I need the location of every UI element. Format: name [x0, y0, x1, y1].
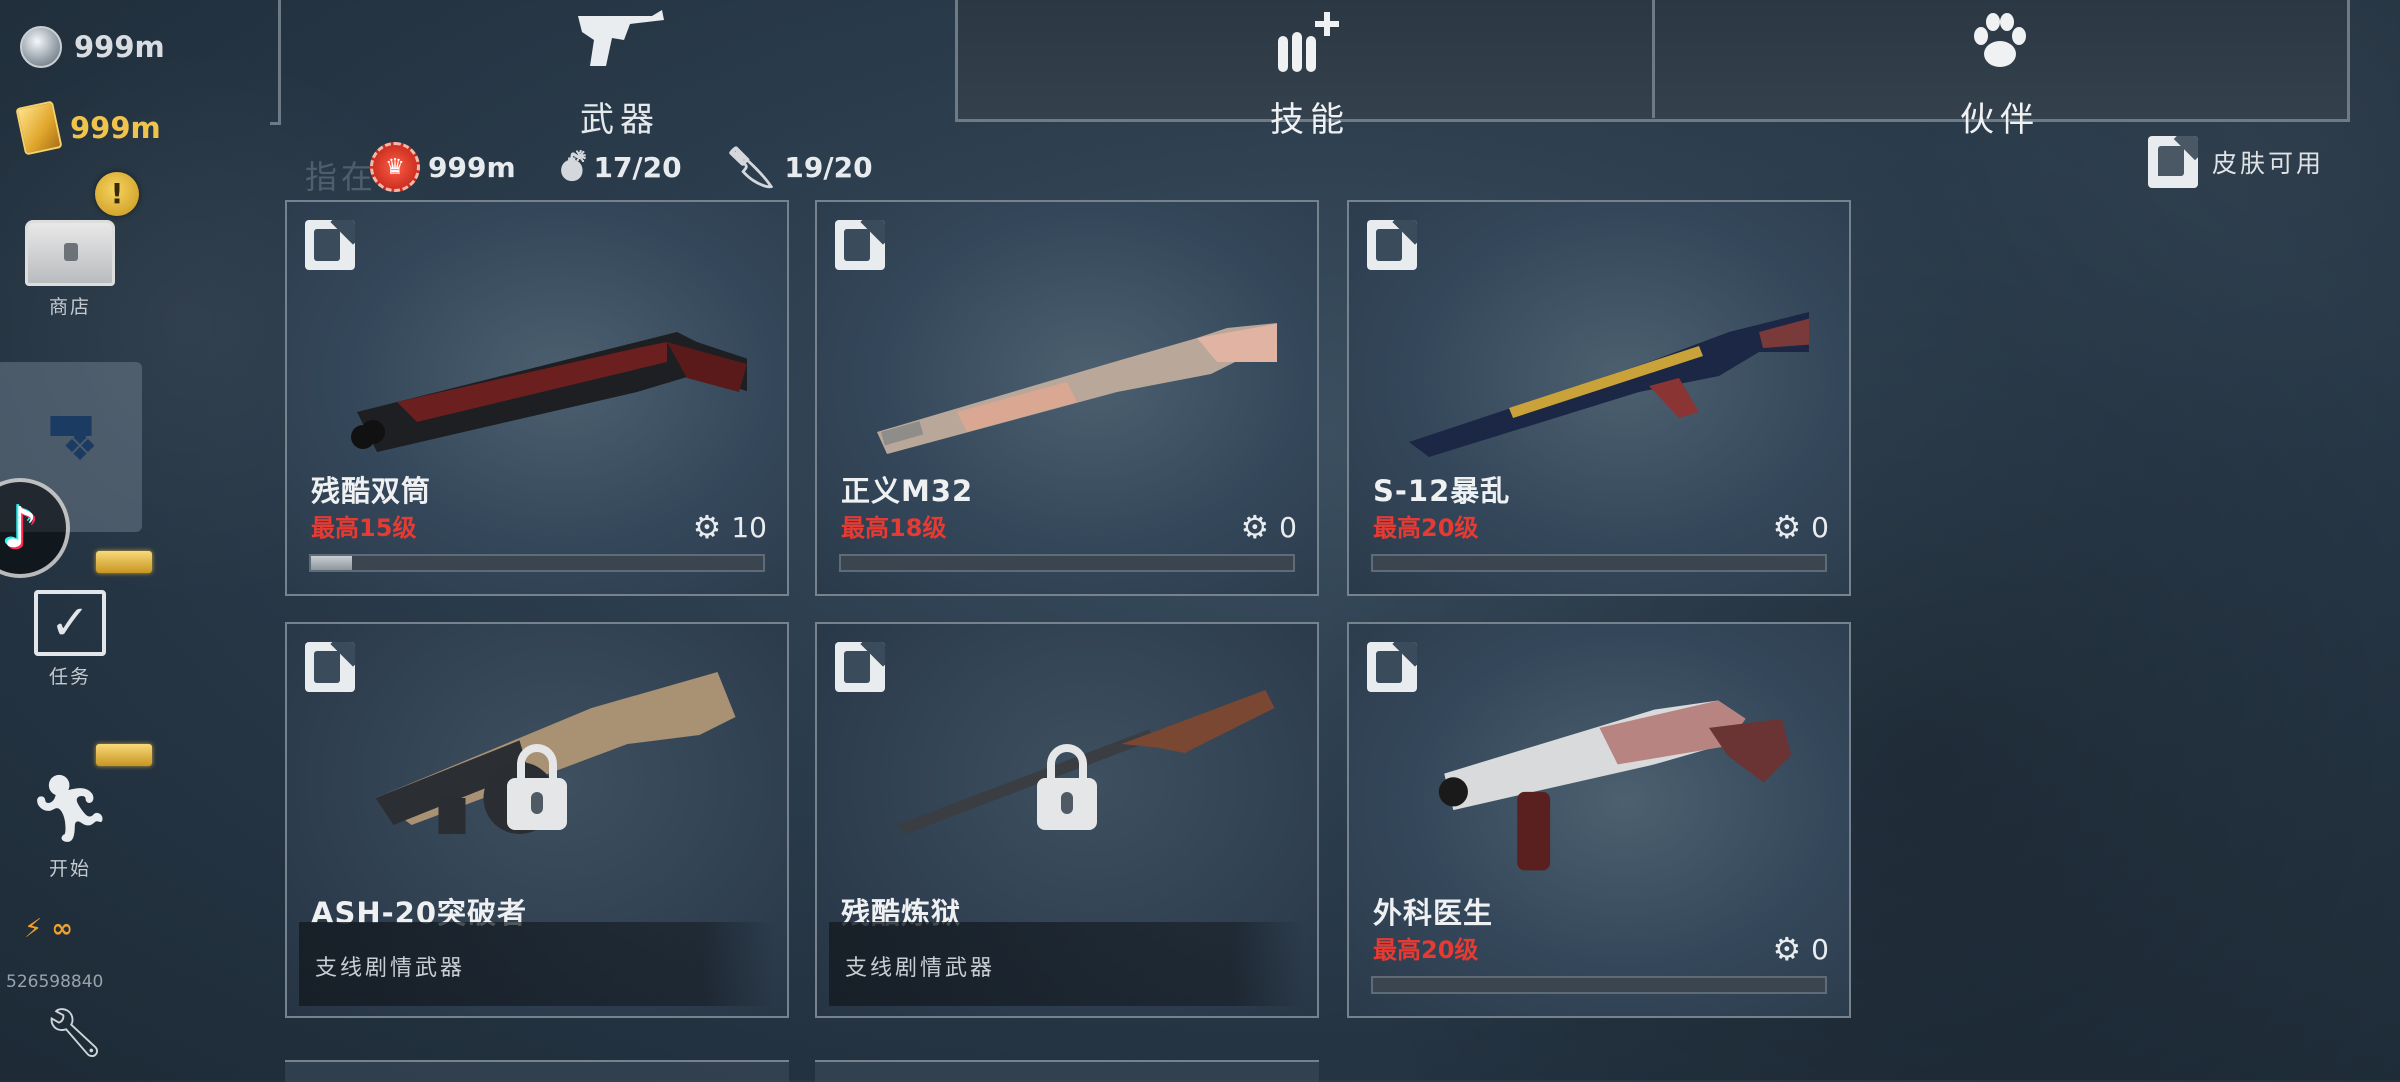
tab-divider — [1652, 0, 1655, 118]
tab-skills[interactable]: 技能 — [1210, 6, 1410, 141]
revolver-icon — [572, 6, 668, 90]
auto-shotgun-image — [1409, 312, 1809, 457]
weapon-card[interactable]: 正义M32 最高18级 ⚙ 0 — [815, 200, 1319, 596]
silver-coin-icon — [20, 26, 62, 68]
sidebar: 999m 999m 商店 ! ▬ ❖ ♪ ✓ 任务 🏃︎ 开始 ⚡ ∞ 5265… — [0, 0, 165, 1080]
runner-icon: 🏃︎ — [28, 770, 112, 847]
gold-currency[interactable]: 999m — [15, 100, 161, 156]
new-tag-icon — [96, 744, 152, 766]
chest-icon — [25, 220, 115, 286]
parts-count: 0 — [1279, 510, 1297, 544]
weapon-name: S-12暴乱 — [1373, 474, 1511, 508]
side-story-label: 支线剧情武器 — [315, 956, 466, 981]
energy-counter: ⚡ ∞ — [24, 914, 73, 944]
parts-count: 0 — [1811, 932, 1829, 966]
gears-icon: ⚙ — [692, 508, 722, 546]
pump-shotgun-image — [877, 323, 1277, 454]
weapon-parts: ⚙ 0 — [1240, 508, 1297, 546]
tab-weapons[interactable]: 武器 — [520, 6, 720, 141]
gears-icon: ⚙ — [1772, 930, 1802, 968]
sidebar-item-start[interactable]: 🏃︎ 开始 — [0, 770, 140, 910]
weapon-card-locked[interactable]: ASH-20突破者 支线剧情武器 — [285, 622, 789, 1018]
tab-bracket — [270, 0, 281, 125]
weapon-card-partial[interactable] — [285, 1060, 789, 1082]
bottlecap-resource: ♛ 999m — [370, 142, 516, 192]
weapon-max-level: 最高18级 — [841, 514, 947, 542]
tab-skills-label: 技能 — [1270, 100, 1350, 140]
knife-count: 19/20 — [784, 150, 873, 184]
weapon-card-partial[interactable] — [815, 1060, 1319, 1082]
energy-value: ∞ — [51, 914, 73, 944]
tab-partner-label: 伙伴 — [1960, 100, 2040, 140]
weapon-max-level: 最高15级 — [311, 514, 417, 542]
resource-bar: ♛ 999m 💣︎ 17/20 🔪︎ 19/20 — [310, 142, 917, 192]
short-shotgun-image — [1438, 700, 1792, 871]
alert-badge: ! — [95, 172, 139, 216]
gold-bar-icon — [15, 100, 63, 156]
side-story-label: 支线剧情武器 — [845, 956, 996, 981]
upgrade-progress — [309, 554, 765, 572]
sidebar-item-shop[interactable]: 商店 — [0, 220, 140, 340]
lock-icon — [1037, 744, 1097, 830]
grenade-icon: 💣︎ — [559, 144, 586, 190]
lock-icon — [507, 744, 567, 830]
paw-icon — [1965, 6, 2035, 90]
gears-icon: ⚙ — [1240, 508, 1270, 546]
skin-icon — [1367, 220, 1417, 270]
skin-available-filter[interactable]: 皮肤可用 — [2148, 136, 2324, 188]
weapon-max-level: 最高20级 — [1373, 936, 1479, 964]
skin-available-label: 皮肤可用 — [2212, 149, 2325, 178]
skin-icon — [2148, 136, 2198, 188]
knife-resource: 🔪︎ 19/20 — [726, 144, 873, 191]
weapon-name: 外科医生 — [1373, 896, 1494, 930]
checkbox-icon: ✓ — [34, 590, 106, 656]
weapon-name: 残酷双筒 — [311, 474, 432, 508]
side-story-note: 支线剧情武器 — [299, 922, 775, 1006]
weapon-card[interactable]: S-12暴乱 最高20级 ⚙ 0 — [1347, 200, 1851, 596]
weapon-name: 正义M32 — [841, 474, 974, 508]
gold-amount: 999m — [70, 111, 161, 145]
coin-amount: 999m — [74, 30, 165, 64]
weapon-card[interactable]: 残酷双筒 最高15级 ⚙ 10 — [285, 200, 789, 596]
bottlecap-icon: ♛ — [370, 142, 420, 192]
weapon-card[interactable]: 外科医生 最高20级 ⚙ 0 — [1347, 622, 1851, 1018]
grenade-resource: 💣︎ 17/20 — [560, 144, 682, 190]
double-barrel-shotgun-image — [351, 332, 747, 452]
gears-icon: ⚙ — [1772, 508, 1802, 546]
skin-icon — [835, 220, 885, 270]
grenade-count: 17/20 — [593, 150, 682, 184]
coin-currency[interactable]: 999m — [20, 26, 165, 68]
weapon-parts: ⚙ 0 — [1772, 508, 1829, 546]
tasks-label: 任务 — [48, 666, 91, 688]
upgrade-progress — [1371, 554, 1827, 572]
parts-count: 0 — [1811, 510, 1829, 544]
sidebar-item-tasks[interactable]: ✓ 任务 — [0, 590, 140, 710]
side-story-note: 支线剧情武器 — [829, 922, 1305, 1006]
weapon-card-locked[interactable]: 残酷炼狱 支线剧情武器 — [815, 622, 1319, 1018]
parts-count: 10 — [731, 510, 767, 544]
tab-weapons-label: 武器 — [580, 100, 660, 140]
weapon-max-level: 最高20级 — [1373, 514, 1479, 542]
knife-icon: 🔪︎ — [725, 144, 777, 191]
bullets-plus-icon — [1270, 6, 1350, 90]
shop-label: 商店 — [48, 296, 91, 318]
skin-icon — [305, 220, 355, 270]
upgrade-progress — [1371, 976, 1827, 994]
bottlecap-count: 999m — [428, 150, 516, 184]
tab-partner[interactable]: 伙伴 — [1900, 6, 2100, 141]
weapon-parts: ⚙ 10 — [693, 508, 767, 546]
upgrade-progress — [839, 554, 1295, 572]
weapon-parts: ⚙ 0 — [1772, 930, 1829, 968]
wrench-icon[interactable]: 🔧︎ — [44, 1004, 105, 1061]
user-id: 526598840 — [6, 972, 104, 992]
paw-icon: ❖ — [62, 424, 98, 470]
progress-fill — [311, 556, 352, 570]
start-label: 开始 — [48, 858, 91, 880]
new-tag-icon — [96, 551, 152, 573]
